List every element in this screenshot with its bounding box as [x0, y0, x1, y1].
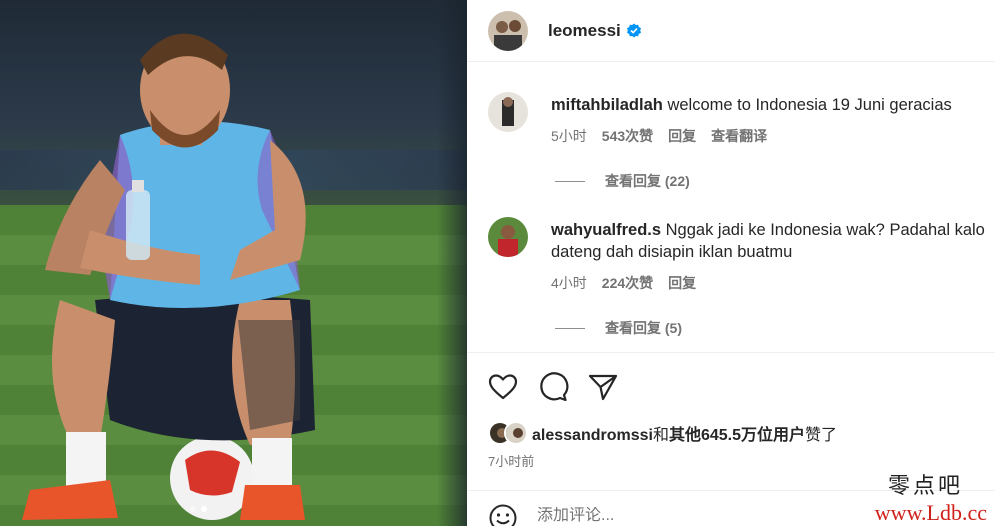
view-replies-label: 查看回复 (5) [605, 320, 682, 336]
likes-summary[interactable]: alessandromssi和其他645.5万位用户赞了 [488, 421, 837, 445]
commenter-avatar[interactable] [488, 92, 528, 132]
next-post-edge [437, 0, 467, 526]
share-icon[interactable] [587, 371, 619, 403]
comment-likes[interactable]: 543次赞 [602, 126, 653, 146]
liker-username[interactable]: alessandromssi [532, 427, 653, 444]
smile-icon[interactable] [488, 503, 518, 526]
comment-time: 5小时 [551, 128, 587, 144]
heart-icon[interactable] [487, 371, 519, 403]
owner-username[interactable]: leomessi [548, 21, 621, 41]
carousel-dot [190, 506, 196, 512]
watermark-cn: 零点吧 [887, 474, 963, 499]
watermark-url: www.Ldb.cc [874, 500, 987, 525]
post-timestamp: 7小时前 [488, 454, 535, 469]
comment-meta: 4小时 224次赞 回复 [551, 273, 696, 293]
carousel-dot-active [201, 506, 207, 512]
commenter-avatar[interactable] [488, 217, 528, 257]
post-side-panel: leomessi miftahbiladlah welcome to Indon… [467, 0, 995, 526]
comment-username[interactable]: miftahbiladlah [551, 96, 663, 114]
likes-suffix: 赞了 [805, 427, 838, 444]
comment-text: wahyualfred.s Nggak jadi ke Indonesia wa… [551, 219, 995, 263]
likes-text: alessandromssi和其他645.5万位用户赞了 [532, 421, 837, 445]
liker-avatar [504, 421, 528, 445]
action-bar [467, 352, 995, 408]
likes-connector: 和 [652, 427, 669, 444]
view-replies-label: 查看回复 (22) [605, 173, 690, 189]
comment-input[interactable] [537, 507, 837, 525]
comment-time: 4小时 [551, 275, 587, 291]
view-replies-button[interactable]: 查看回复 (5) [555, 318, 682, 338]
comment-likes[interactable]: 224次赞 [602, 273, 653, 293]
verified-icon [626, 23, 641, 37]
comment-username[interactable]: wahyualfred.s [551, 221, 661, 239]
reply-button[interactable]: 回复 [668, 273, 696, 293]
view-replies-button[interactable]: 查看回复 (22) [555, 171, 690, 191]
reply-button[interactable]: 回复 [668, 126, 696, 146]
comment-text: miftahbiladlah welcome to Indonesia 19 J… [551, 94, 995, 116]
comment-body: welcome to Indonesia 19 Juni geracias [667, 96, 952, 114]
comment-icon[interactable] [537, 371, 569, 403]
likes-others[interactable]: 其他645.5万位用户 [669, 427, 805, 444]
replies-divider [555, 327, 585, 329]
carousel-dots [190, 506, 207, 512]
owner-avatar[interactable] [488, 10, 528, 51]
translate-button[interactable]: 查看翻译 [711, 126, 767, 146]
post-header: leomessi [467, 0, 995, 62]
post-photo[interactable] [0, 0, 467, 526]
replies-divider [555, 180, 585, 182]
comment-meta: 5小时 543次赞 回复 查看翻译 [551, 126, 767, 146]
player-figure [22, 33, 315, 520]
watermark: 零点吧 www.Ldb.cc [875, 476, 987, 524]
